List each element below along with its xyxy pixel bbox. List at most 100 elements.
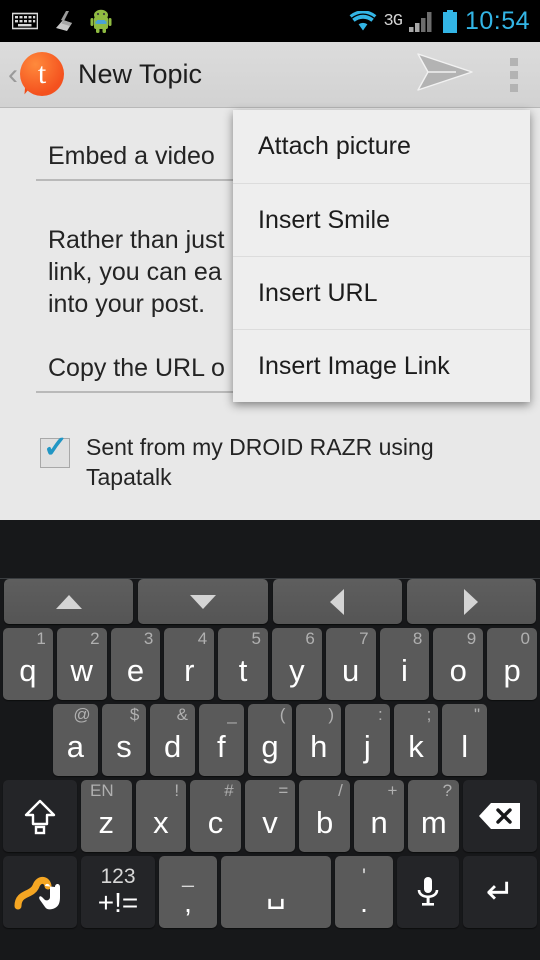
row2-left-pad bbox=[3, 704, 49, 776]
key-u-alt-label: 7 bbox=[359, 629, 369, 648]
comma-key-bottom: , bbox=[184, 887, 192, 919]
symbols-key[interactable]: 123 +!= bbox=[81, 856, 155, 928]
key-h-alt-label: ) bbox=[328, 705, 335, 724]
backspace-icon bbox=[479, 803, 520, 829]
key-y[interactable]: 6y bbox=[271, 628, 322, 700]
key-a[interactable]: @ a bbox=[53, 704, 98, 776]
signature-row[interactable]: ✓ Sent from my DROID RAZR using Tapatalk bbox=[40, 426, 510, 492]
key-x[interactable]: ! x bbox=[135, 780, 187, 852]
keyboard-nav-row bbox=[0, 578, 540, 624]
key-u[interactable]: 7u bbox=[325, 628, 376, 700]
tapatalk-logo-icon[interactable]: t bbox=[20, 51, 66, 98]
android-robot-icon bbox=[90, 9, 112, 33]
key-j-label: j bbox=[363, 729, 371, 764]
key-z[interactable]: EN z bbox=[81, 780, 132, 852]
key-a-alt-label: @ bbox=[73, 705, 91, 724]
period-key[interactable]: ' . bbox=[335, 856, 393, 928]
key-p-label: p bbox=[503, 653, 521, 688]
key-t[interactable]: 5t bbox=[218, 628, 268, 700]
key-c-alt-label: # bbox=[224, 781, 234, 800]
period-key-stack: ' . bbox=[360, 866, 368, 919]
key-v-alt-label: = bbox=[278, 781, 289, 800]
space-key[interactable]: ␣ bbox=[221, 856, 331, 928]
key-p[interactable]: 0p bbox=[487, 628, 537, 700]
key-b-label: b bbox=[315, 805, 334, 840]
soft-keyboard: 1q2w3e4r5t6y7u8i9o0p @ a $ s & d _ f(g) h: j; k " l … bbox=[0, 520, 540, 960]
status-bar-left-icons bbox=[0, 9, 112, 33]
key-b[interactable]: / b bbox=[299, 780, 350, 852]
key-s[interactable]: $ s bbox=[101, 704, 147, 776]
key-q-label: q bbox=[19, 653, 37, 688]
comma-key[interactable]: _ , bbox=[159, 856, 217, 928]
back-chevron-icon[interactable]: ‹ bbox=[0, 59, 20, 90]
key-m[interactable]: ? m bbox=[408, 780, 460, 852]
menu-item-attach-picture[interactable]: Attach picture bbox=[233, 110, 530, 183]
key-o-label: o bbox=[449, 653, 467, 688]
key-t-alt-label: 5 bbox=[251, 629, 261, 648]
enter-key[interactable]: ↵ bbox=[463, 856, 537, 928]
key-h-label: h bbox=[310, 729, 328, 764]
overflow-menu-icon[interactable] bbox=[496, 57, 540, 92]
key-w-alt-label: 2 bbox=[90, 629, 100, 648]
keyboard-spacer bbox=[0, 520, 540, 578]
key-i[interactable]: 8i bbox=[379, 628, 430, 700]
signal-bars-icon bbox=[408, 11, 432, 32]
key-n[interactable]: + n bbox=[353, 780, 405, 852]
swype-icon bbox=[14, 876, 60, 910]
arrow-up-key[interactable] bbox=[4, 579, 134, 624]
key-o[interactable]: 9o bbox=[433, 628, 484, 700]
key-l[interactable]: " l bbox=[442, 704, 488, 776]
key-w[interactable]: 2w bbox=[56, 628, 107, 700]
arrow-left-icon bbox=[330, 588, 345, 615]
overflow-dot bbox=[510, 83, 518, 92]
key-s-alt-label: $ bbox=[129, 705, 140, 724]
swype-key[interactable] bbox=[3, 856, 77, 928]
microphone-key[interactable] bbox=[397, 856, 459, 928]
key-h[interactable]: ) h bbox=[296, 704, 342, 776]
menu-item-insert-url[interactable]: Insert URL bbox=[233, 256, 530, 329]
keyboard-row-asdf: @ a $ s & d _ f(g) h: j; k " l bbox=[0, 700, 540, 776]
key-p-alt-label: 0 bbox=[520, 629, 530, 648]
backspace-key[interactable] bbox=[463, 780, 537, 852]
key-k[interactable]: ; k bbox=[393, 704, 439, 776]
arrow-right-icon bbox=[464, 588, 479, 615]
key-d[interactable]: & d bbox=[150, 704, 196, 776]
key-g[interactable]: (g bbox=[247, 704, 293, 776]
overflow-dot bbox=[510, 57, 518, 66]
key-e-label: e bbox=[126, 653, 145, 688]
key-i-label: i bbox=[401, 653, 408, 688]
key-x-label: x bbox=[153, 805, 169, 840]
key-e[interactable]: 3e bbox=[110, 628, 161, 700]
key-v[interactable]: = v bbox=[244, 780, 296, 852]
key-f-label: f bbox=[217, 729, 226, 764]
key-n-alt-label: + bbox=[387, 781, 398, 800]
period-key-bottom: . bbox=[360, 887, 368, 919]
comma-key-top: _ bbox=[182, 865, 194, 889]
symbols-key-bottom: +!= bbox=[97, 887, 139, 919]
space-key-label: ␣ bbox=[266, 874, 286, 909]
symbols-key-top: 123 bbox=[100, 865, 136, 889]
arrow-right-key[interactable] bbox=[406, 579, 536, 624]
arrow-down-key[interactable] bbox=[138, 579, 268, 624]
arrow-left-key[interactable] bbox=[272, 579, 402, 624]
key-q[interactable]: 1q bbox=[3, 628, 53, 700]
arrow-down-icon bbox=[189, 594, 216, 609]
send-icon[interactable] bbox=[394, 52, 496, 97]
overflow-dropdown-menu[interactable]: Attach picture Insert Smile Insert URL I… bbox=[233, 110, 530, 402]
cleaner-icon bbox=[56, 11, 72, 31]
signature-checkbox[interactable]: ✓ bbox=[40, 433, 70, 468]
key-r[interactable]: 4r bbox=[164, 628, 215, 700]
key-f[interactable]: _ f bbox=[199, 704, 244, 776]
menu-item-insert-smile[interactable]: Insert Smile bbox=[233, 183, 530, 256]
key-e-alt-label: 3 bbox=[143, 629, 154, 648]
menu-item-insert-image-link[interactable]: Insert Image Link bbox=[233, 329, 530, 402]
key-x-alt-label: ! bbox=[174, 781, 180, 800]
shift-key[interactable] bbox=[3, 780, 77, 852]
keyboard-row-qwerty: 1q2w3e4r5t6y7u8i9o0p bbox=[0, 624, 540, 700]
arrow-up-icon bbox=[55, 594, 82, 609]
key-j[interactable]: :j bbox=[345, 704, 390, 776]
key-c[interactable]: # c bbox=[190, 780, 241, 852]
key-v-label: v bbox=[262, 805, 278, 840]
key-q-alt-label: 1 bbox=[36, 629, 46, 648]
keyboard-row-bottom: 123 +!= _ , ␣ ' . ↵ bbox=[0, 852, 540, 928]
